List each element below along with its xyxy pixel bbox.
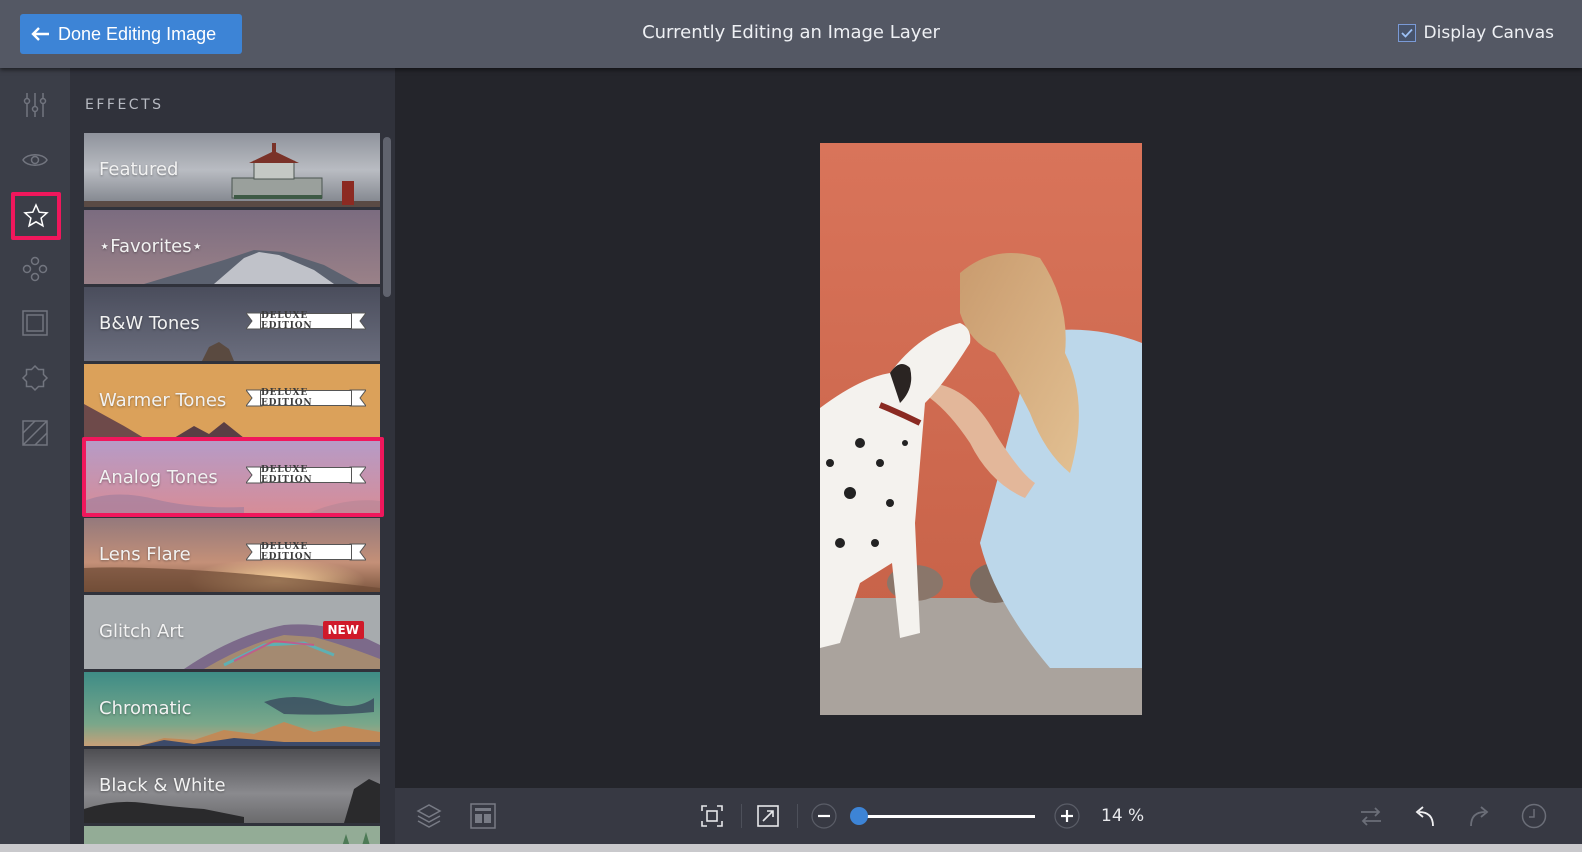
layers-button[interactable] — [415, 802, 443, 830]
undo-icon — [1415, 806, 1434, 827]
badge-icon — [21, 364, 49, 392]
star-icon — [23, 203, 49, 228]
effect-card-black-white[interactable]: Black & White — [84, 749, 380, 823]
redo-button[interactable] — [1465, 802, 1493, 830]
undo-button[interactable] — [1411, 802, 1439, 830]
display-canvas-toggle[interactable]: Display Canvas — [1397, 23, 1554, 43]
effect-card-label: Glitch Art — [99, 621, 184, 642]
sliders-icon — [23, 93, 47, 117]
flip-button[interactable] — [1357, 802, 1385, 830]
zoom-slider-handle[interactable] — [849, 807, 868, 825]
history-button[interactable] — [1520, 802, 1548, 830]
display-canvas-label: Display Canvas — [1423, 23, 1554, 43]
clock-icon — [1521, 803, 1547, 829]
effect-card-label: ⋆Favorites⋆ — [99, 236, 203, 257]
zoom-out-button[interactable] — [810, 802, 838, 830]
circles-icon — [22, 256, 48, 282]
effect-card-bw-tones[interactable]: B&W Tones DELUXE EDITION — [84, 287, 380, 361]
effect-card-label: Warmer Tones — [99, 390, 227, 411]
deluxe-edition-badge: DELUXE EDITION — [246, 542, 366, 562]
effect-card-favorites[interactable]: ⋆Favorites⋆ — [84, 210, 380, 284]
done-editing-label: Done Editing Image — [58, 23, 217, 44]
zoom-in-button[interactable] — [1053, 802, 1081, 830]
effect-card-label: Lens Flare — [99, 544, 191, 565]
sidebar-item-effects[interactable] — [11, 192, 61, 240]
effects-list: Featured ⋆Favorites⋆ B&W Tones DELUXE ED… — [84, 133, 380, 852]
texture-icon — [22, 420, 48, 446]
sidebar-item-frames[interactable] — [14, 302, 56, 344]
swap-icon — [1361, 807, 1381, 826]
effects-panel: EFFECTS Featured ⋆Favorites⋆ B&W Tones D… — [70, 68, 395, 852]
fit-to-screen-button[interactable] — [698, 802, 726, 830]
expand-button[interactable] — [754, 802, 782, 830]
bottom-toolbar: 14 % — [395, 788, 1582, 844]
effect-card-label: B&W Tones — [99, 313, 200, 334]
deluxe-edition-badge: DELUXE EDITION — [246, 465, 366, 485]
effect-card-chromatic[interactable]: Chromatic — [84, 672, 380, 746]
check-icon — [1400, 28, 1413, 38]
deluxe-edition-badge: DELUXE EDITION — [246, 388, 366, 408]
effect-card-label: Analog Tones — [99, 467, 218, 488]
layout-button[interactable] — [469, 802, 497, 830]
top-bar: Done Editing Image Currently Editing an … — [0, 0, 1582, 68]
window-bottom-edge — [0, 844, 1582, 852]
done-editing-button[interactable]: Done Editing Image — [20, 14, 242, 54]
sidebar-item-adjustments[interactable] — [14, 84, 56, 126]
separator — [741, 804, 742, 828]
effect-card-warmer-tones[interactable]: Warmer Tones DELUXE EDITION — [84, 364, 380, 438]
expand-icon — [757, 805, 779, 827]
fit-screen-icon — [701, 805, 723, 827]
photo-woman-dalmatian — [820, 143, 1142, 715]
layout-icon — [470, 803, 496, 829]
minus-circle-icon — [811, 803, 837, 829]
panel-scrollbar[interactable] — [383, 137, 391, 297]
deluxe-edition-badge: DELUXE EDITION — [246, 311, 366, 331]
effect-card-lens-flare[interactable]: Lens Flare DELUXE EDITION — [84, 518, 380, 592]
separator — [797, 804, 798, 828]
effect-card-label: Chromatic — [99, 698, 192, 719]
effect-card-glitch-art[interactable]: Glitch Art NEW — [84, 595, 380, 669]
sidebar-item-view[interactable] — [14, 139, 56, 181]
eye-icon — [22, 154, 48, 166]
image-layer[interactable] — [820, 143, 1142, 715]
frame-icon — [22, 310, 48, 336]
new-badge: NEW — [322, 621, 364, 639]
sidebar-item-shapes[interactable] — [14, 357, 56, 399]
sidebar-item-elements[interactable] — [14, 248, 56, 290]
effect-card-label: Black & White — [99, 775, 226, 796]
panel-title: EFFECTS — [85, 97, 164, 113]
redo-icon — [1470, 806, 1489, 827]
sidebar-item-textures[interactable] — [14, 412, 56, 454]
plus-circle-icon — [1054, 803, 1080, 829]
effect-card-analog-tones[interactable]: Analog Tones DELUXE EDITION — [84, 441, 380, 515]
arrow-left-icon — [31, 27, 49, 41]
display-canvas-checkbox[interactable] — [1397, 24, 1416, 42]
tool-sidebar — [0, 68, 70, 852]
effect-card-featured[interactable]: Featured — [84, 133, 380, 207]
effect-card-label: Featured — [99, 159, 179, 180]
layers-icon — [416, 804, 442, 828]
zoom-slider-track[interactable] — [855, 815, 1035, 818]
zoom-level: 14 % — [1101, 806, 1145, 826]
